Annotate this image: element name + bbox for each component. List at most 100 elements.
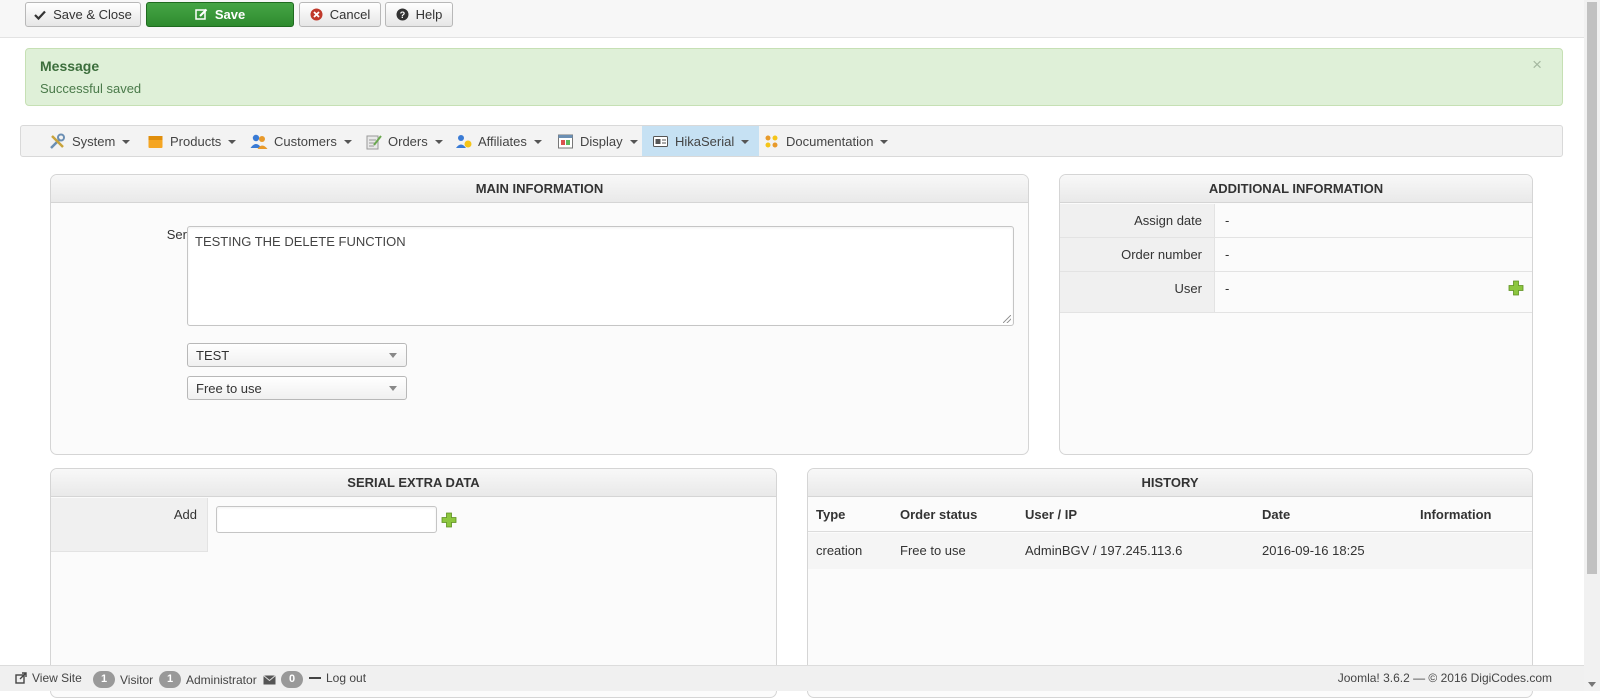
history-date: 2016-09-16 18:25	[1262, 543, 1365, 558]
check-icon	[34, 10, 46, 20]
menu-item-orders[interactable]: Orders	[355, 126, 453, 156]
envelope-icon	[263, 674, 276, 684]
chevron-down-icon	[389, 386, 397, 391]
visitors-link[interactable]: 1 Visitor	[93, 671, 153, 688]
hikaserial-icon	[653, 135, 668, 147]
scroll-down-arrow-icon[interactable]	[1588, 682, 1596, 687]
chevron-down-icon	[434, 140, 443, 144]
toolbar: Save & Close Save Cancel ? Help	[0, 0, 1584, 38]
chevron-down-icon	[880, 140, 889, 144]
admin-label: Administrator	[186, 672, 257, 687]
serial-extra-data-panel: SERIAL EXTRA DATA Add	[50, 468, 777, 698]
display-icon	[558, 134, 573, 148]
footer-copyright: Joomla! 3.6.2 — © 2016 DigiCodes.com	[1337, 671, 1552, 685]
info-row-assign-date: Assign date -	[1060, 204, 1532, 238]
serial-data-value: TESTING THE DELETE FUNCTION	[195, 234, 406, 249]
additional-information-title: ADDITIONAL INFORMATION	[1060, 175, 1532, 203]
administrators-link[interactable]: 1 Administrator	[159, 671, 257, 688]
order-number-value: -	[1225, 247, 1230, 262]
additional-information-table: Assign date - Order number - User -	[1060, 204, 1532, 313]
serial-extra-data-title: SERIAL EXTRA DATA	[51, 469, 776, 497]
serial-data-textarea[interactable]: TESTING THE DELETE FUNCTION	[187, 226, 1014, 326]
menu-item-affiliates[interactable]: Affiliates	[445, 126, 552, 156]
visitor-count-badge: 1	[93, 671, 115, 688]
history-panel: HISTORY Type Order status User / IP Date…	[807, 468, 1533, 698]
customers-icon	[250, 134, 268, 149]
main-information-panel: MAIN INFORMATION Serial Data TESTING THE…	[50, 174, 1029, 455]
add-label-cell: Add	[51, 498, 208, 552]
question-icon: ?	[396, 8, 409, 21]
menu-item-products[interactable]: Products	[137, 126, 246, 156]
main-menu: System Products Customers Orders Affilia…	[20, 125, 1563, 157]
info-row-user: User -	[1060, 272, 1532, 313]
menu-label-products: Products	[170, 133, 222, 149]
chevron-down-icon	[228, 140, 237, 144]
menu-label-customers: Customers	[274, 133, 337, 149]
history-col-order-status: Order status	[900, 507, 978, 522]
documentation-icon	[765, 135, 778, 147]
menu-label-system: System	[72, 133, 116, 149]
add-label: Add	[173, 507, 197, 522]
assign-date-label: Assign date	[1134, 213, 1202, 228]
affiliates-icon	[456, 134, 472, 148]
chevron-down-icon	[629, 140, 638, 144]
menu-item-customers[interactable]: Customers	[240, 126, 362, 156]
save-label: Save	[214, 7, 246, 22]
help-label: Help	[415, 7, 443, 22]
menu-item-hikaserial[interactable]: HikaSerial	[642, 126, 760, 156]
save-close-button[interactable]: Save & Close	[25, 2, 141, 27]
history-col-type: Type	[816, 507, 846, 522]
scrollbar-thumb[interactable]	[1587, 2, 1597, 574]
cancel-button[interactable]: Cancel	[299, 2, 381, 27]
logout-link[interactable]: Log out	[309, 671, 366, 685]
cancel-label: Cancel	[329, 7, 371, 22]
resize-grip-icon[interactable]	[1003, 315, 1011, 323]
chevron-down-icon	[122, 140, 131, 144]
extra-data-add-input[interactable]	[216, 506, 437, 533]
help-button[interactable]: ? Help	[385, 2, 453, 27]
view-site-link[interactable]: View Site	[15, 671, 82, 685]
edit-icon	[195, 8, 208, 20]
history-col-user-ip: User / IP	[1025, 507, 1078, 522]
add-extra-data-plus-icon[interactable]	[441, 512, 457, 528]
message-text: Successful saved	[40, 81, 142, 96]
menu-label-hikaserial: HikaSerial	[675, 133, 735, 149]
cancel-circle-icon	[310, 8, 323, 21]
chevron-down-icon	[533, 140, 542, 144]
pack-select[interactable]: TEST	[187, 343, 407, 367]
history-type: creation	[816, 543, 863, 558]
status-bar: View Site 1 Visitor 1 Administrator 0 Lo…	[0, 665, 1584, 691]
status-value: Free to use	[196, 380, 262, 396]
menu-item-display[interactable]: Display	[547, 126, 648, 156]
user-label: User	[1174, 281, 1202, 296]
main-information-title: MAIN INFORMATION	[51, 175, 1028, 203]
visitor-label: Visitor	[120, 672, 154, 687]
page-scrollbar[interactable]	[1584, 0, 1600, 691]
save-close-label: Save & Close	[53, 7, 132, 22]
menu-item-system[interactable]: System	[39, 126, 140, 156]
history-order-status: Free to use	[900, 543, 966, 558]
admin-count-badge: 1	[159, 671, 181, 688]
menu-item-documentation[interactable]: Documentation	[753, 126, 898, 156]
additional-information-panel: ADDITIONAL INFORMATION Assign date - Ord…	[1059, 174, 1533, 455]
history-col-date: Date	[1262, 507, 1291, 522]
order-number-label: Order number	[1121, 247, 1202, 262]
history-title: HISTORY	[808, 469, 1532, 497]
save-button[interactable]: Save	[146, 2, 294, 27]
info-row-order-number: Order number -	[1060, 238, 1532, 272]
message-close-button[interactable]: ×	[1532, 55, 1542, 75]
pack-value: TEST	[196, 347, 230, 363]
menu-label-affiliates: Affiliates	[478, 133, 527, 149]
orders-icon	[366, 134, 382, 149]
history-col-information: Information	[1420, 507, 1492, 522]
products-box-icon	[148, 135, 163, 148]
menu-label-display: Display	[580, 133, 623, 149]
status-select[interactable]: Free to use	[187, 376, 407, 400]
messages-link[interactable]: 0	[263, 671, 303, 688]
external-link-icon	[15, 672, 27, 684]
add-user-plus-icon[interactable]	[1508, 280, 1524, 296]
menu-label-orders: Orders	[388, 133, 428, 149]
system-tools-icon	[50, 133, 65, 149]
chevron-down-icon	[741, 140, 750, 144]
assign-date-value: -	[1225, 213, 1230, 228]
